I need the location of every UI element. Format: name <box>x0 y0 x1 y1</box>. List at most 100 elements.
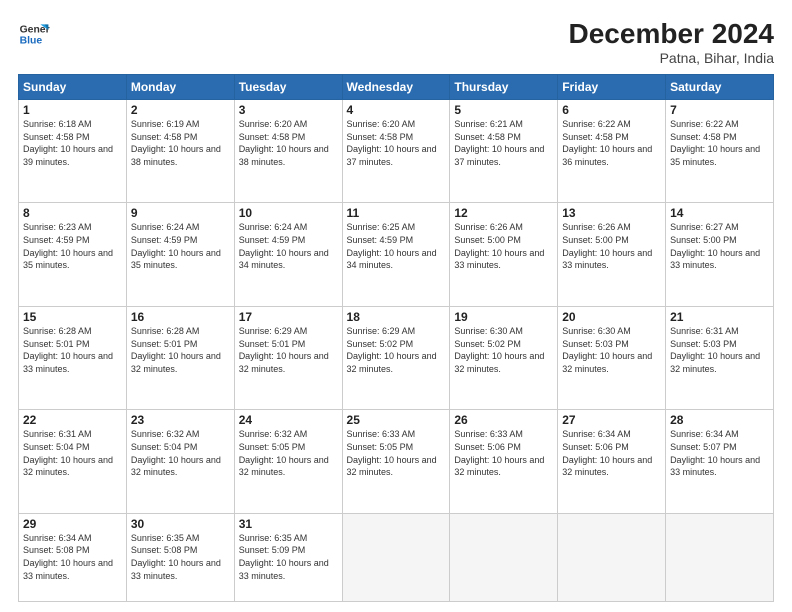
calendar-cell: 25 Sunrise: 6:33 AM Sunset: 5:05 PM Dayl… <box>342 410 450 513</box>
calendar-table: Sunday Monday Tuesday Wednesday Thursday… <box>18 74 774 602</box>
calendar-cell: 7 Sunrise: 6:22 AM Sunset: 4:58 PM Dayli… <box>666 100 774 203</box>
cell-info: Sunrise: 6:20 AM Sunset: 4:58 PM Dayligh… <box>347 118 446 168</box>
day-number: 7 <box>670 103 769 117</box>
cell-info: Sunrise: 6:27 AM Sunset: 5:00 PM Dayligh… <box>670 221 769 271</box>
page: General Blue December 2024 Patna, Bihar,… <box>0 0 792 612</box>
day-number: 21 <box>670 310 769 324</box>
day-number: 30 <box>131 517 230 531</box>
cell-info: Sunrise: 6:23 AM Sunset: 4:59 PM Dayligh… <box>23 221 122 271</box>
calendar-week-row: 22 Sunrise: 6:31 AM Sunset: 5:04 PM Dayl… <box>19 410 774 513</box>
calendar-cell <box>558 513 666 601</box>
day-number: 26 <box>454 413 553 427</box>
cell-info: Sunrise: 6:34 AM Sunset: 5:08 PM Dayligh… <box>23 532 122 582</box>
calendar-cell: 24 Sunrise: 6:32 AM Sunset: 5:05 PM Dayl… <box>234 410 342 513</box>
main-title: December 2024 <box>569 18 774 50</box>
header: General Blue December 2024 Patna, Bihar,… <box>18 18 774 66</box>
col-thursday: Thursday <box>450 75 558 100</box>
calendar-week-row: 1 Sunrise: 6:18 AM Sunset: 4:58 PM Dayli… <box>19 100 774 203</box>
calendar-cell: 13 Sunrise: 6:26 AM Sunset: 5:00 PM Dayl… <box>558 203 666 306</box>
day-number: 17 <box>239 310 338 324</box>
calendar-cell <box>666 513 774 601</box>
cell-info: Sunrise: 6:28 AM Sunset: 5:01 PM Dayligh… <box>23 325 122 375</box>
day-number: 25 <box>347 413 446 427</box>
calendar-week-row: 15 Sunrise: 6:28 AM Sunset: 5:01 PM Dayl… <box>19 306 774 409</box>
day-number: 23 <box>131 413 230 427</box>
calendar-cell: 6 Sunrise: 6:22 AM Sunset: 4:58 PM Dayli… <box>558 100 666 203</box>
calendar-cell: 12 Sunrise: 6:26 AM Sunset: 5:00 PM Dayl… <box>450 203 558 306</box>
cell-info: Sunrise: 6:24 AM Sunset: 4:59 PM Dayligh… <box>131 221 230 271</box>
calendar-cell: 17 Sunrise: 6:29 AM Sunset: 5:01 PM Dayl… <box>234 306 342 409</box>
day-number: 15 <box>23 310 122 324</box>
calendar-cell: 26 Sunrise: 6:33 AM Sunset: 5:06 PM Dayl… <box>450 410 558 513</box>
day-number: 10 <box>239 206 338 220</box>
cell-info: Sunrise: 6:33 AM Sunset: 5:05 PM Dayligh… <box>347 428 446 478</box>
calendar-cell <box>450 513 558 601</box>
cell-info: Sunrise: 6:33 AM Sunset: 5:06 PM Dayligh… <box>454 428 553 478</box>
logo: General Blue <box>18 18 50 50</box>
day-number: 24 <box>239 413 338 427</box>
cell-info: Sunrise: 6:20 AM Sunset: 4:58 PM Dayligh… <box>239 118 338 168</box>
day-number: 19 <box>454 310 553 324</box>
day-number: 14 <box>670 206 769 220</box>
day-number: 18 <box>347 310 446 324</box>
col-friday: Friday <box>558 75 666 100</box>
calendar-cell: 14 Sunrise: 6:27 AM Sunset: 5:00 PM Dayl… <box>666 203 774 306</box>
day-number: 12 <box>454 206 553 220</box>
cell-info: Sunrise: 6:22 AM Sunset: 4:58 PM Dayligh… <box>562 118 661 168</box>
calendar-cell: 16 Sunrise: 6:28 AM Sunset: 5:01 PM Dayl… <box>126 306 234 409</box>
cell-info: Sunrise: 6:29 AM Sunset: 5:01 PM Dayligh… <box>239 325 338 375</box>
day-number: 31 <box>239 517 338 531</box>
calendar-cell: 15 Sunrise: 6:28 AM Sunset: 5:01 PM Dayl… <box>19 306 127 409</box>
day-number: 22 <box>23 413 122 427</box>
calendar-cell: 9 Sunrise: 6:24 AM Sunset: 4:59 PM Dayli… <box>126 203 234 306</box>
day-number: 20 <box>562 310 661 324</box>
cell-info: Sunrise: 6:30 AM Sunset: 5:02 PM Dayligh… <box>454 325 553 375</box>
calendar-cell: 8 Sunrise: 6:23 AM Sunset: 4:59 PM Dayli… <box>19 203 127 306</box>
cell-info: Sunrise: 6:35 AM Sunset: 5:08 PM Dayligh… <box>131 532 230 582</box>
calendar-cell: 30 Sunrise: 6:35 AM Sunset: 5:08 PM Dayl… <box>126 513 234 601</box>
calendar-cell: 23 Sunrise: 6:32 AM Sunset: 5:04 PM Dayl… <box>126 410 234 513</box>
svg-text:Blue: Blue <box>20 36 43 47</box>
calendar-cell: 18 Sunrise: 6:29 AM Sunset: 5:02 PM Dayl… <box>342 306 450 409</box>
day-number: 2 <box>131 103 230 117</box>
calendar-cell: 19 Sunrise: 6:30 AM Sunset: 5:02 PM Dayl… <box>450 306 558 409</box>
col-tuesday: Tuesday <box>234 75 342 100</box>
calendar-week-row: 29 Sunrise: 6:34 AM Sunset: 5:08 PM Dayl… <box>19 513 774 601</box>
cell-info: Sunrise: 6:34 AM Sunset: 5:06 PM Dayligh… <box>562 428 661 478</box>
calendar-cell: 4 Sunrise: 6:20 AM Sunset: 4:58 PM Dayli… <box>342 100 450 203</box>
cell-info: Sunrise: 6:31 AM Sunset: 5:03 PM Dayligh… <box>670 325 769 375</box>
calendar-cell: 5 Sunrise: 6:21 AM Sunset: 4:58 PM Dayli… <box>450 100 558 203</box>
col-sunday: Sunday <box>19 75 127 100</box>
calendar-header-row: Sunday Monday Tuesday Wednesday Thursday… <box>19 75 774 100</box>
cell-info: Sunrise: 6:35 AM Sunset: 5:09 PM Dayligh… <box>239 532 338 582</box>
title-block: December 2024 Patna, Bihar, India <box>569 18 774 66</box>
cell-info: Sunrise: 6:29 AM Sunset: 5:02 PM Dayligh… <box>347 325 446 375</box>
cell-info: Sunrise: 6:25 AM Sunset: 4:59 PM Dayligh… <box>347 221 446 271</box>
cell-info: Sunrise: 6:31 AM Sunset: 5:04 PM Dayligh… <box>23 428 122 478</box>
day-number: 4 <box>347 103 446 117</box>
calendar-cell: 28 Sunrise: 6:34 AM Sunset: 5:07 PM Dayl… <box>666 410 774 513</box>
cell-info: Sunrise: 6:30 AM Sunset: 5:03 PM Dayligh… <box>562 325 661 375</box>
cell-info: Sunrise: 6:18 AM Sunset: 4:58 PM Dayligh… <box>23 118 122 168</box>
calendar-cell: 3 Sunrise: 6:20 AM Sunset: 4:58 PM Dayli… <box>234 100 342 203</box>
calendar-week-row: 8 Sunrise: 6:23 AM Sunset: 4:59 PM Dayli… <box>19 203 774 306</box>
day-number: 16 <box>131 310 230 324</box>
col-wednesday: Wednesday <box>342 75 450 100</box>
subtitle: Patna, Bihar, India <box>569 50 774 66</box>
calendar-cell: 10 Sunrise: 6:24 AM Sunset: 4:59 PM Dayl… <box>234 203 342 306</box>
day-number: 28 <box>670 413 769 427</box>
cell-info: Sunrise: 6:26 AM Sunset: 5:00 PM Dayligh… <box>454 221 553 271</box>
day-number: 13 <box>562 206 661 220</box>
calendar-cell: 27 Sunrise: 6:34 AM Sunset: 5:06 PM Dayl… <box>558 410 666 513</box>
calendar-cell: 21 Sunrise: 6:31 AM Sunset: 5:03 PM Dayl… <box>666 306 774 409</box>
day-number: 5 <box>454 103 553 117</box>
cell-info: Sunrise: 6:32 AM Sunset: 5:05 PM Dayligh… <box>239 428 338 478</box>
cell-info: Sunrise: 6:19 AM Sunset: 4:58 PM Dayligh… <box>131 118 230 168</box>
calendar-cell: 20 Sunrise: 6:30 AM Sunset: 5:03 PM Dayl… <box>558 306 666 409</box>
calendar-cell: 29 Sunrise: 6:34 AM Sunset: 5:08 PM Dayl… <box>19 513 127 601</box>
cell-info: Sunrise: 6:22 AM Sunset: 4:58 PM Dayligh… <box>670 118 769 168</box>
cell-info: Sunrise: 6:28 AM Sunset: 5:01 PM Dayligh… <box>131 325 230 375</box>
col-saturday: Saturday <box>666 75 774 100</box>
calendar-cell: 11 Sunrise: 6:25 AM Sunset: 4:59 PM Dayl… <box>342 203 450 306</box>
col-monday: Monday <box>126 75 234 100</box>
